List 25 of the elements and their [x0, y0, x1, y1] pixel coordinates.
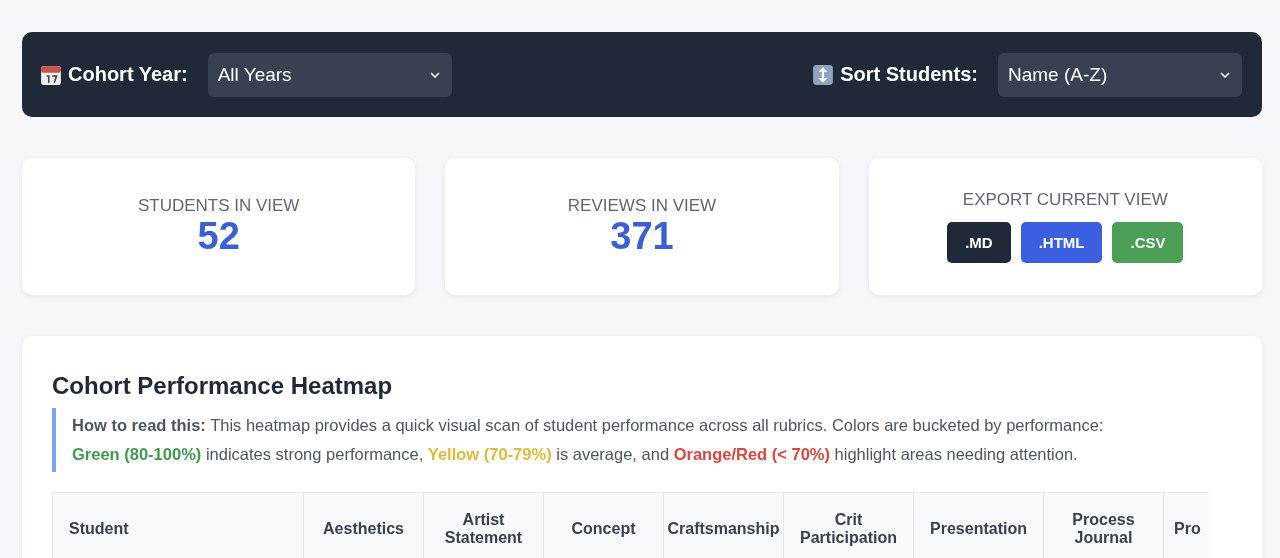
column-header[interactable]: Pro — [1164, 493, 1209, 558]
column-header[interactable]: Concept — [544, 493, 664, 558]
legend-note: How to read this: This heatmap provides a quick visual scan of student performance across all rubrics. Colors are bucketed by performance: Green (80-100%) indicates strong performance, Yellow (70-79%) is average, and Orange/Red (< 70%) highlight areas needing attention. — [52, 408, 1232, 472]
calendar-icon — [40, 63, 62, 86]
filter-label: Cohort Year: — [68, 63, 188, 86]
stat-label: STUDENTS IN VIEW — [137, 195, 300, 216]
filter-label: Sort Students: — [840, 63, 978, 86]
column-header[interactable]: Artist Statement — [424, 493, 544, 558]
export-label: EXPORT CURRENT VIEW — [962, 190, 1168, 210]
column-header[interactable]: Craftsmanship — [664, 493, 784, 558]
column-header[interactable]: Student — [52, 493, 304, 558]
dropdown-select[interactable]: Name (A-Z) — [998, 52, 1242, 97]
stat-label: REVIEWS IN VIEW — [567, 195, 717, 216]
column-header[interactable]: Presentation — [914, 493, 1044, 558]
section-title: Cohort Performance Heatmap — [52, 372, 394, 400]
export-button[interactable]: .HTML — [1020, 222, 1103, 263]
export-button[interactable]: .MD — [947, 222, 1011, 263]
dropdown-select[interactable]: All Years — [207, 52, 452, 97]
column-header[interactable]: Aesthetics — [304, 493, 424, 558]
chevron-down-icon — [429, 71, 440, 78]
column-header[interactable]: Crit Participation — [784, 493, 914, 558]
chevron-down-icon — [1220, 71, 1230, 78]
stat-value: 52 — [197, 215, 240, 258]
column-header[interactable]: Process Journal — [1044, 493, 1164, 558]
stat-value: 371 — [610, 215, 674, 258]
